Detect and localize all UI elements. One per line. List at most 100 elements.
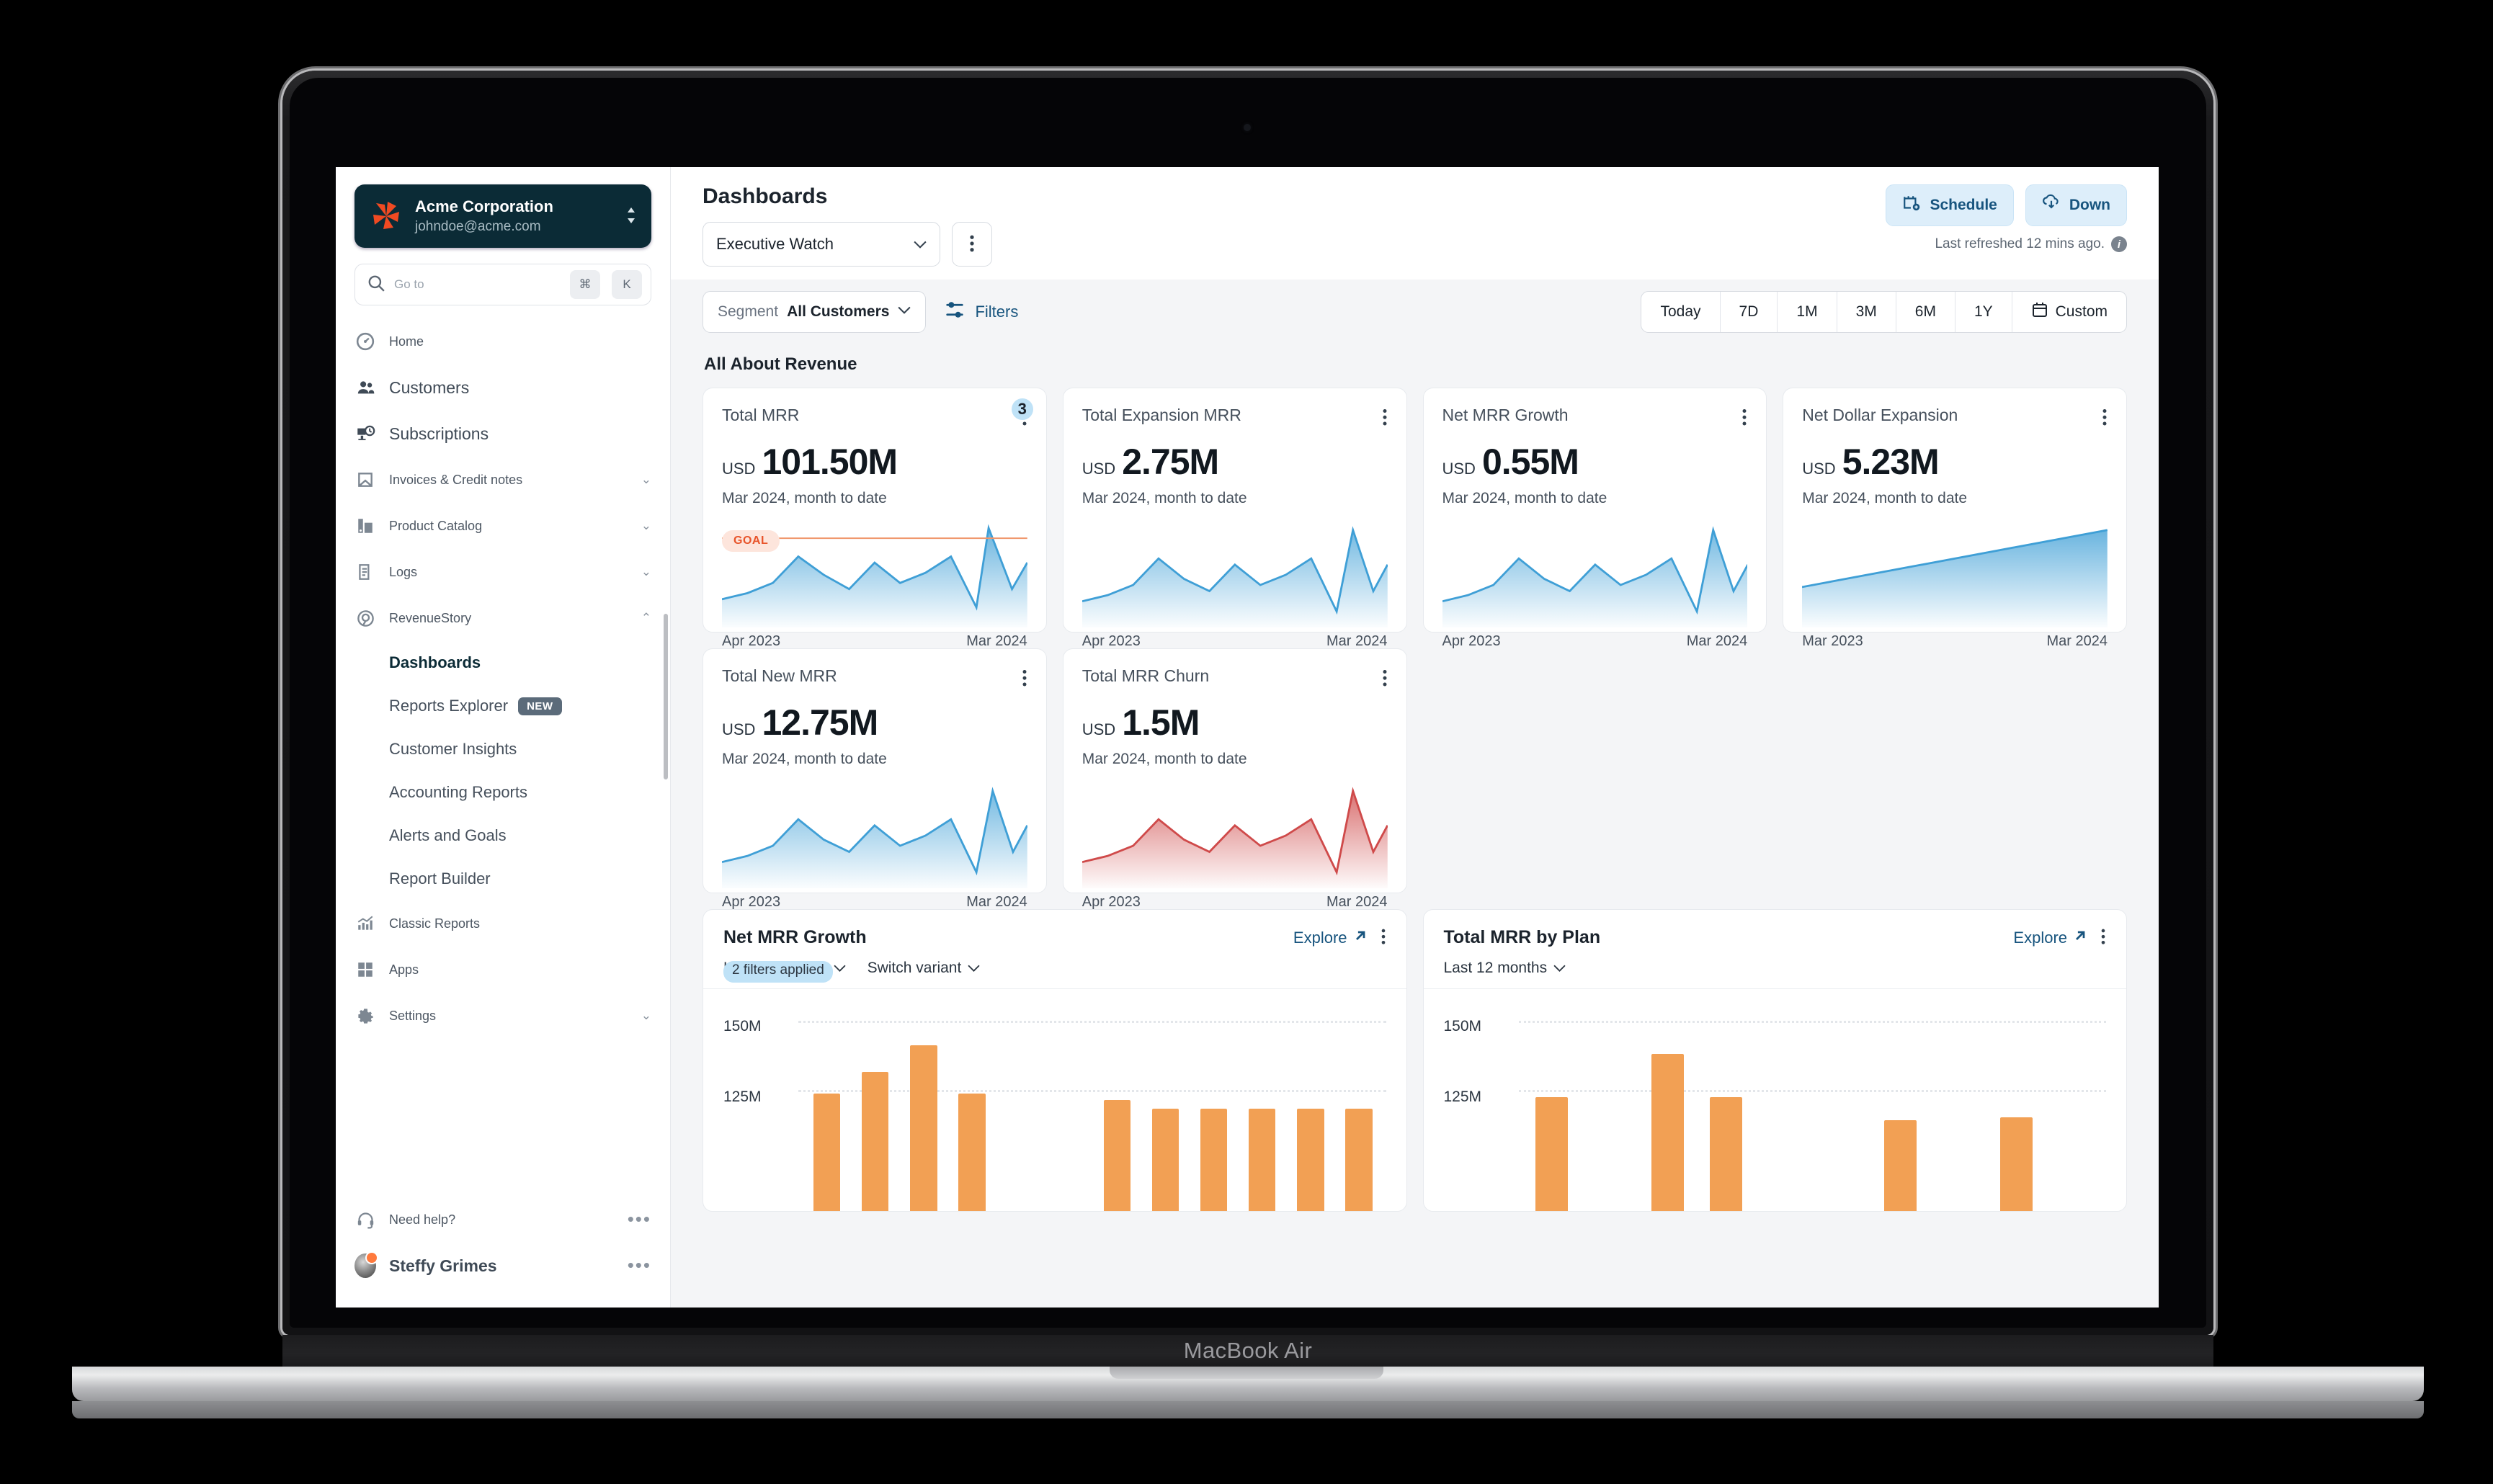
kebab-menu-icon[interactable]	[1741, 406, 1747, 431]
kpi-axis-end: Mar 2024	[966, 894, 1027, 911]
sidebar-item-accounting-reports[interactable]: Accounting Reports	[336, 771, 670, 814]
download-button[interactable]: Down	[2025, 184, 2127, 226]
device-label: MacBook Air	[1183, 1338, 1313, 1363]
segment-select[interactable]: Segment All Customers	[703, 291, 927, 333]
kpi-currency: USD	[722, 720, 756, 738]
dashboard-select[interactable]: Executive Watch	[703, 222, 940, 267]
panel-variant-select[interactable]: Switch variant	[868, 960, 981, 977]
laptop-notch	[1110, 1367, 1383, 1379]
need-help-row[interactable]: Need help? •••	[354, 1197, 651, 1243]
kpi-card-total-new-mrr[interactable]: Total New MRR USD 12.75M Mar 2024, month…	[703, 648, 1047, 910]
cloud-download-icon	[2042, 194, 2061, 217]
range-custom[interactable]: Custom	[2012, 292, 2126, 332]
bar[interactable]	[1103, 1100, 1131, 1211]
chevron-updown-icon	[625, 206, 637, 226]
bar[interactable]	[813, 1094, 841, 1211]
people-icon	[354, 377, 376, 398]
sidebar-item-customers[interactable]: Customers	[336, 365, 670, 411]
kpi-axis-end: Mar 2024	[2046, 633, 2108, 650]
search-box[interactable]: ⌘ K	[354, 264, 651, 306]
range-6m[interactable]: 6M	[1896, 292, 1955, 332]
explore-link[interactable]: Explore	[2013, 929, 2087, 947]
bar[interactable]	[1200, 1109, 1228, 1211]
bar[interactable]	[1883, 1120, 1917, 1211]
sidebar-item-classic-reports[interactable]: Classic Reports	[336, 900, 670, 947]
last-refreshed: Last refreshed 12 mins ago. i	[1886, 236, 2127, 252]
kebab-menu-icon[interactable]	[1382, 406, 1388, 431]
new-badge: NEW	[518, 697, 562, 715]
kpi-value: 5.23M	[1842, 442, 1940, 482]
bar[interactable]	[958, 1094, 986, 1211]
y-tick-label: 125M	[1443, 1089, 1482, 1105]
search-input[interactable]	[394, 277, 558, 292]
sidebar-item-reports-explorer[interactable]: Reports Explorer NEW	[336, 684, 670, 728]
sidebar-item-logs[interactable]: Logs ⌄	[336, 549, 670, 595]
sidebar-item-alerts-and-goals[interactable]: Alerts and Goals	[336, 814, 670, 857]
panel-total-mrr-by-plan: Total MRR by Plan Explore Last 12 months…	[1422, 909, 2127, 1212]
sidebar-item-customer-insights[interactable]: Customer Insights	[336, 728, 670, 771]
topbar: Dashboards Executive Watch Schedule Down…	[671, 167, 2159, 280]
bar[interactable]	[1345, 1109, 1373, 1211]
calendar-icon	[2031, 301, 2048, 323]
sidebar-scrollbar[interactable]	[664, 614, 668, 779]
bar[interactable]	[1297, 1109, 1324, 1211]
kpi-currency: USD	[1442, 460, 1476, 478]
bar-slot	[1639, 1005, 1698, 1211]
bar[interactable]	[910, 1045, 937, 1211]
range-today[interactable]: Today	[1641, 292, 1721, 332]
sidebar-item-settings[interactable]: Settings ⌄	[336, 993, 670, 1039]
dashboard-more-button[interactable]	[952, 222, 992, 267]
kpi-currency: USD	[1082, 720, 1116, 738]
panel-net-mrr-growth: Net MRR Growth Explore Switch variant 2 …	[703, 909, 1407, 1212]
overflow-menu-icon[interactable]: •••	[628, 1256, 651, 1274]
sidebar-subitem-label: Reports Explorer	[389, 697, 509, 715]
bar[interactable]	[861, 1072, 889, 1211]
range-1m[interactable]: 1M	[1778, 292, 1837, 332]
explore-link[interactable]: Explore	[1293, 929, 1368, 947]
range-3m[interactable]: 3M	[1837, 292, 1896, 332]
sidebar-item-product-catalog[interactable]: Product Catalog ⌄	[336, 503, 670, 549]
kebab-menu-icon	[969, 233, 975, 256]
panel-range-select[interactable]: Last 12 months	[1444, 960, 1566, 977]
org-email: johndoe@acme.com	[415, 218, 541, 234]
panel-title: Total MRR by Plan	[1443, 927, 1601, 947]
sidebar-item-dashboards[interactable]: Dashboards	[336, 641, 670, 684]
sidebar-item-apps[interactable]: Apps	[336, 947, 670, 993]
kpi-card-total-mrr[interactable]: 3 Total MRR USD 101.50M Mar 2024, month …	[703, 388, 1047, 649]
bar[interactable]	[1248, 1109, 1276, 1211]
sidebar-item-subscriptions[interactable]: Subscriptions	[336, 411, 670, 457]
kpi-card-net-dollar-expansion[interactable]: Net Dollar Expansion USD 5.23M Mar 2024,…	[1783, 388, 2127, 649]
sidebar-item-invoices[interactable]: Invoices & Credit notes ⌄	[336, 457, 670, 503]
page-title: Dashboards	[703, 184, 828, 208]
sidebar-item-home[interactable]: Home	[336, 318, 670, 365]
schedule-button[interactable]: Schedule	[1886, 184, 2014, 226]
kebab-menu-icon[interactable]	[1381, 926, 1386, 949]
range-7d[interactable]: 7D	[1721, 292, 1778, 332]
kebab-menu-icon[interactable]	[2100, 926, 2106, 949]
bar[interactable]	[1151, 1109, 1179, 1211]
user-row[interactable]: Steffy Grimes •••	[354, 1243, 651, 1289]
filters-button[interactable]: Filters	[945, 300, 1018, 324]
overflow-menu-icon[interactable]: •••	[628, 1210, 651, 1228]
info-icon[interactable]: i	[2111, 236, 2127, 252]
chevron-down-icon: ⌄	[641, 473, 651, 487]
bar[interactable]	[1651, 1054, 1685, 1211]
bar[interactable]	[1709, 1097, 1742, 1211]
kpi-subtitle: Mar 2024, month to date	[722, 751, 887, 767]
kpi-card-net-mrr-growth[interactable]: Net MRR Growth USD 0.55M Mar 2024, month…	[1422, 388, 1767, 649]
bar[interactable]	[1999, 1117, 2033, 1211]
range-1y[interactable]: 1Y	[1955, 292, 2012, 332]
need-help-label: Need help?	[389, 1212, 456, 1227]
kebab-menu-icon[interactable]	[1022, 666, 1027, 692]
kebab-menu-icon[interactable]	[2102, 406, 2108, 431]
schedule-label: Schedule	[1930, 197, 1997, 213]
range-custom-label: Custom	[2055, 303, 2108, 320]
sidebar-item-revenuestory[interactable]: RevenueStory ⌃	[336, 595, 670, 641]
kebab-menu-icon[interactable]	[1382, 666, 1388, 692]
kpi-card-total-mrr-churn[interactable]: Total MRR Churn USD 1.5M Mar 2024, month…	[1062, 648, 1407, 910]
sidebar-item-report-builder[interactable]: Report Builder	[336, 857, 670, 900]
org-switcher[interactable]: Acme Corporation johndoe@acme.com	[354, 184, 651, 249]
kpi-card-total-expansion-mrr[interactable]: Total Expansion MRR USD 2.75M Mar 2024, …	[1062, 388, 1407, 649]
filters-sliders-icon	[945, 300, 965, 324]
bar[interactable]	[1535, 1097, 1569, 1211]
